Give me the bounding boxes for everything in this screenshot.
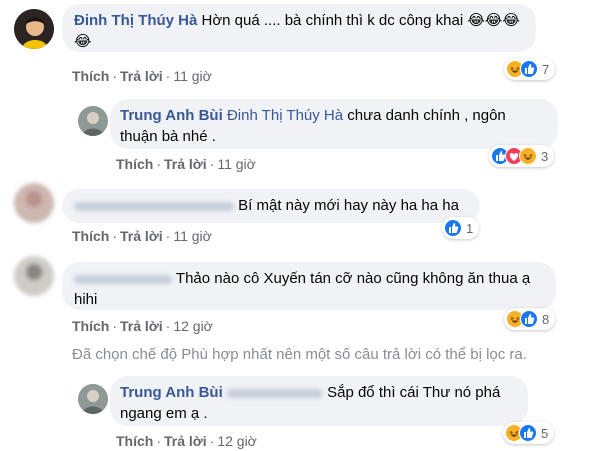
reaction-count: 3 (541, 148, 549, 164)
haha-icon (519, 147, 537, 165)
comment-text: Hờn quá .... bà chính thì k dc công khai (201, 12, 464, 29)
separator-dot: · (112, 228, 118, 244)
comment-actions: Thích · Trả lời · 12 giờ (116, 433, 257, 449)
reaction-count: 5 (541, 425, 549, 441)
avatar[interactable] (78, 106, 108, 136)
separator-dot: · (112, 318, 118, 334)
comment-bubble: Trung Anh Bùi Sắp đổ thì cái Thư nó phá … (110, 376, 528, 426)
like-link[interactable]: Thích (116, 433, 153, 449)
timestamp: 12 giờ (173, 318, 213, 334)
reaction-summary[interactable]: 1 (442, 217, 480, 239)
reply-link[interactable]: Trả lời (120, 68, 163, 84)
comment-actions: Thích · Trả lời · 11 giờ (116, 156, 256, 172)
filter-notice: Đã chọn chế độ Phù hợp nhất nên một số c… (72, 346, 527, 363)
comment-bubble: Đinh Thị Thúy Hà Hờn quá .... bà chính t… (62, 4, 536, 52)
comment-text-line2: ngang em ạ . (120, 405, 208, 422)
timestamp: 11 giờ (173, 228, 212, 244)
comment-emoji: 😂😂😂 (467, 12, 520, 29)
blurred-author-name[interactable] (74, 201, 234, 211)
comment-text: Sắp đổ thì cái Thư nó phá (327, 384, 501, 401)
like-link[interactable]: Thích (72, 68, 109, 84)
reaction-summary[interactable]: 5 (503, 422, 555, 444)
comment-text: Thảo nào cô Xuyến tán cỡ nào cũng không … (175, 270, 531, 287)
blurred-author-name[interactable] (74, 274, 172, 284)
reaction-summary[interactable]: 7 (504, 58, 556, 80)
comment-actions: Thích · Trả lời · 12 giờ (72, 318, 213, 334)
avatar[interactable] (14, 256, 54, 296)
comment-actions: Thích · Trả lời · 11 giờ (72, 228, 212, 244)
separator-dot: · (165, 228, 171, 244)
reaction-count: 7 (542, 61, 550, 77)
comment-emoji-line2: 😂 (74, 33, 92, 50)
reaction-summary[interactable]: 8 (504, 308, 556, 330)
reply-link[interactable]: Trả lời (120, 318, 163, 334)
separator-dot: · (209, 433, 215, 449)
comment-text: Bí mật này mới hay này ha ha ha (238, 197, 459, 214)
comment-bubble: Trung Anh Bùi Đinh Thị Thúy Hà chưa danh… (110, 99, 558, 149)
like-icon (444, 219, 462, 237)
comment-author[interactable]: Trung Anh Bùi (120, 384, 223, 401)
comment-actions: Thích · Trả lời · 11 giờ (72, 68, 212, 84)
like-icon (520, 60, 538, 78)
comment-text-line2: thuận bà nhé . (120, 128, 216, 145)
avatar[interactable] (78, 384, 108, 414)
timestamp: 11 giờ (173, 68, 212, 84)
comment-author[interactable]: Trung Anh Bùi (120, 107, 223, 124)
comment-bubble: Thảo nào cô Xuyến tán cỡ nào cũng không … (62, 262, 556, 310)
reaction-count: 1 (466, 220, 474, 236)
separator-dot: · (156, 156, 162, 172)
like-link[interactable]: Thích (72, 228, 109, 244)
reply-link[interactable]: Trả lời (120, 228, 163, 244)
timestamp: 11 giờ (217, 156, 256, 172)
avatar[interactable] (14, 183, 54, 223)
timestamp: 12 giờ (217, 433, 257, 449)
separator-dot: · (112, 68, 118, 84)
reaction-summary[interactable]: 3 (489, 145, 555, 167)
comment-bubble: Bí mật này mới hay này ha ha ha (62, 189, 480, 223)
like-link[interactable]: Thích (72, 318, 109, 334)
separator-dot: · (165, 68, 171, 84)
separator-dot: · (165, 318, 171, 334)
like-icon (519, 424, 537, 442)
comment-author[interactable]: Đinh Thị Thúy Hà (74, 12, 197, 29)
reply-link[interactable]: Trả lời (164, 156, 207, 172)
blurred-tagged-user[interactable] (226, 388, 323, 398)
like-link[interactable]: Thích (116, 156, 153, 172)
reaction-count: 8 (542, 311, 550, 327)
tagged-user[interactable]: Đinh Thị Thúy Hà (227, 107, 343, 124)
separator-dot: · (209, 156, 215, 172)
avatar[interactable] (14, 9, 54, 49)
reply-link[interactable]: Trả lời (164, 433, 207, 449)
comment-text-line2: hihi (74, 291, 98, 308)
comment-text: chưa danh chính , ngôn (347, 107, 506, 124)
like-icon (520, 310, 538, 328)
separator-dot: · (156, 433, 162, 449)
